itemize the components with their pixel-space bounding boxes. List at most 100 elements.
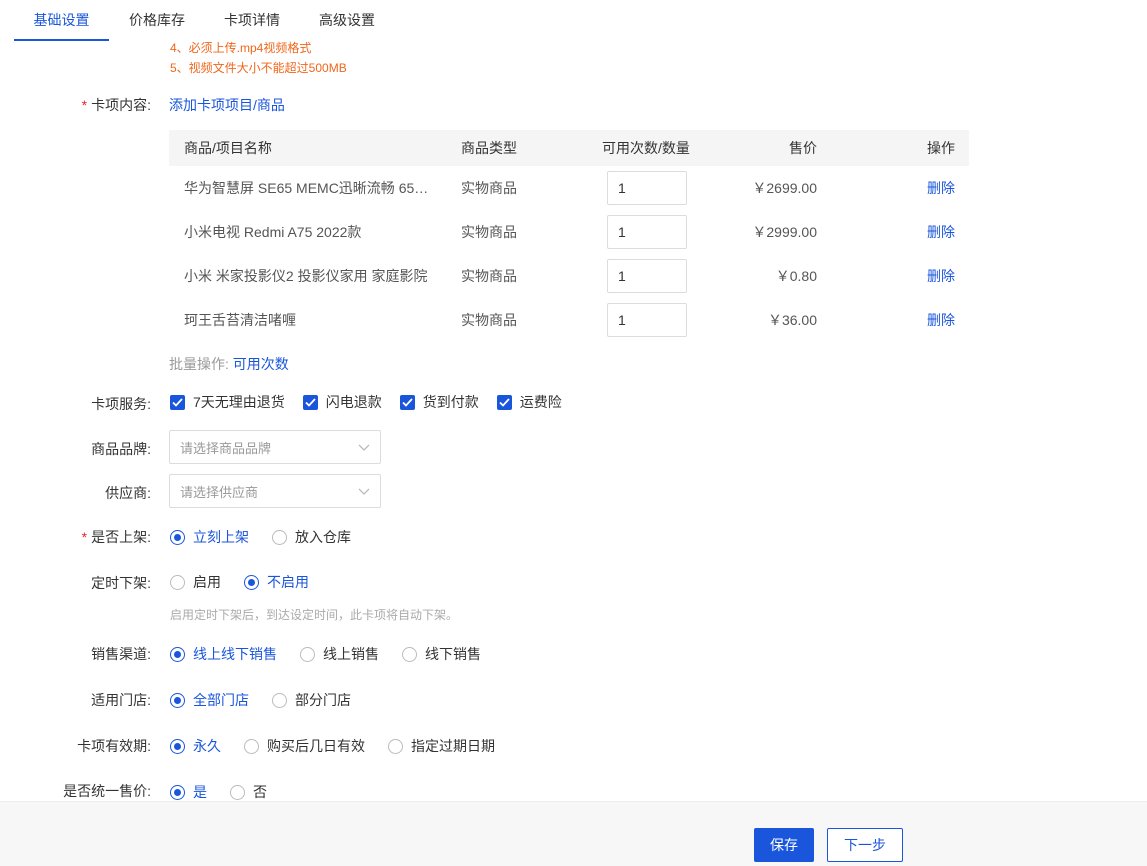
column-header-qty: 可用次数/数量 — [602, 140, 690, 156]
video-tip: 5、视频文件大小不能超过500MB — [170, 61, 347, 75]
tab-basic-settings[interactable]: 基础设置 — [14, 0, 109, 41]
radio-enable[interactable]: 启用 — [170, 572, 221, 592]
service-checkbox[interactable]: 货到付款 — [399, 392, 479, 412]
chevron-down-icon — [358, 483, 370, 499]
radio-days-after-purchase[interactable]: 购买后几日有效 — [244, 736, 365, 756]
stores-radio-group: 全部门店 部分门店 — [170, 691, 374, 709]
radio-unselected-icon — [272, 692, 287, 708]
on-shelf-label: * 是否上架: — [81, 529, 151, 545]
radio-unselected-icon — [402, 646, 417, 662]
radio-label: 是 — [193, 784, 207, 800]
radio-label: 全部门店 — [193, 692, 249, 708]
radio-some-stores[interactable]: 部分门店 — [272, 690, 351, 710]
radio-label: 否 — [253, 784, 267, 800]
qty-input[interactable] — [607, 215, 687, 249]
timed-off-label: 定时下架: — [91, 575, 151, 591]
radio-put-warehouse[interactable]: 放入仓库 — [272, 527, 351, 547]
brand-select-placeholder: 请选择商品品牌 — [180, 440, 272, 456]
table-row: 珂王舌苔清洁啫喱 实物商品 ￥36.00 删除 — [169, 298, 969, 342]
tab-price-stock[interactable]: 价格库存 — [129, 0, 185, 41]
column-header-name: 商品/项目名称 — [184, 140, 272, 156]
radio-all-stores[interactable]: 全部门店 — [170, 690, 249, 710]
page: 基础设置 价格库存 卡项详情 高级设置 4、必须上传.mp4视频格式 5、视频文… — [0, 0, 1147, 866]
checkbox-checked-icon — [170, 394, 185, 410]
qty-input[interactable] — [607, 171, 687, 205]
delete-link[interactable]: 删除 — [927, 166, 955, 210]
service-label: 闪电退款 — [325, 394, 382, 410]
radio-unselected-icon — [272, 529, 287, 545]
next-step-button[interactable]: 下一步 — [827, 828, 903, 862]
qty-input[interactable] — [607, 259, 687, 293]
radio-label: 启用 — [193, 574, 221, 590]
unified-price-radio-group: 是 否 — [170, 783, 290, 801]
radio-selected-icon — [170, 784, 185, 800]
validity-radio-group: 永久 购买后几日有效 指定过期日期 — [170, 737, 518, 755]
radio-unselected-icon — [244, 738, 259, 754]
channel-radio-group: 线上线下销售 线上销售 线下销售 — [170, 645, 504, 663]
radio-selected-icon — [170, 692, 185, 708]
radio-unselected-icon — [230, 784, 245, 800]
services-label: 卡项服务: — [91, 396, 151, 412]
on-shelf-radio-group: 立刻上架 放入仓库 — [170, 528, 374, 546]
item-name: 珂王舌苔清洁啫喱 — [184, 312, 296, 328]
service-label: 运费险 — [519, 394, 562, 410]
item-qty-cell — [607, 298, 687, 342]
timed-off-radio-group: 启用 不启用 — [170, 573, 332, 591]
radio-expiry-date[interactable]: 指定过期日期 — [388, 736, 495, 756]
radio-label: 线上线下销售 — [193, 646, 277, 662]
delete-link[interactable]: 删除 — [927, 254, 955, 298]
column-header-type: 商品类型 — [461, 140, 517, 156]
radio-label: 永久 — [193, 738, 221, 754]
service-checkbox[interactable]: 运费险 — [496, 392, 562, 412]
radio-label: 不启用 — [267, 574, 309, 590]
batch-usage-count-link[interactable]: 可用次数 — [233, 356, 289, 372]
brand-label: 商品品牌: — [91, 441, 151, 457]
services-checkbox-group: 7天无理由退货 闪电退款 货到付款 运费险 — [170, 393, 580, 411]
qty-input[interactable] — [607, 303, 687, 337]
radio-disable[interactable]: 不启用 — [244, 572, 309, 592]
radio-unselected-icon — [170, 574, 185, 590]
radio-online[interactable]: 线上销售 — [300, 644, 379, 664]
tab-advanced-settings[interactable]: 高级设置 — [319, 0, 375, 41]
table-row: 小米电视 Redmi A75 2022款 实物商品 ￥2999.00 删除 — [169, 210, 969, 254]
item-type: 实物商品 — [461, 312, 517, 328]
brand-select[interactable]: 请选择商品品牌 — [169, 430, 381, 464]
supplier-select-placeholder: 请选择供应商 — [180, 484, 259, 500]
item-type: 实物商品 — [461, 224, 517, 240]
radio-selected-icon — [170, 529, 185, 545]
delete-link[interactable]: 删除 — [927, 210, 955, 254]
tab-bar: 基础设置 价格库存 卡项详情 高级设置 — [14, 0, 375, 41]
radio-online-offline[interactable]: 线上线下销售 — [170, 644, 277, 664]
column-header-price: 售价 — [789, 140, 817, 156]
radio-permanent[interactable]: 永久 — [170, 736, 221, 756]
batch-operation: 批量操作: 可用次数 — [169, 354, 289, 374]
table-header: 商品/项目名称 商品类型 可用次数/数量 售价 操作 — [169, 130, 969, 166]
timed-off-help-text: 启用定时下架后，到达设定时间，此卡项将自动下架。 — [170, 608, 459, 622]
delete-link[interactable]: 删除 — [927, 298, 955, 342]
radio-shelf-now[interactable]: 立刻上架 — [170, 527, 249, 547]
validity-label: 卡项有效期: — [77, 738, 151, 754]
add-card-item-link[interactable]: 添加卡项项目/商品 — [169, 95, 285, 115]
radio-label: 线上销售 — [323, 646, 379, 662]
radio-selected-icon — [170, 646, 185, 662]
save-button[interactable]: 保存 — [754, 828, 814, 862]
supplier-label: 供应商: — [105, 485, 151, 501]
service-label: 7天无理由退货 — [193, 394, 285, 410]
channel-label: 销售渠道: — [91, 646, 151, 662]
column-header-action: 操作 — [927, 140, 955, 156]
supplier-select[interactable]: 请选择供应商 — [169, 474, 381, 508]
item-qty-cell — [607, 166, 687, 210]
table-row: 华为智慧屏 SE65 MEMC迅晰流畅 65英寸 实物商品 ￥2699.00 删… — [169, 166, 969, 210]
radio-no[interactable]: 否 — [230, 782, 267, 802]
service-checkbox[interactable]: 7天无理由退货 — [170, 392, 285, 412]
radio-offline[interactable]: 线下销售 — [402, 644, 481, 664]
radio-selected-icon — [244, 574, 259, 590]
stores-label: 适用门店: — [91, 692, 151, 708]
service-checkbox[interactable]: 闪电退款 — [302, 392, 382, 412]
radio-yes[interactable]: 是 — [170, 782, 207, 802]
item-name: 华为智慧屏 SE65 MEMC迅晰流畅 65英寸 — [184, 180, 434, 196]
tab-card-details[interactable]: 卡项详情 — [224, 0, 280, 41]
card-content-label: * 卡项内容: — [81, 97, 151, 113]
radio-label: 放入仓库 — [295, 529, 351, 545]
item-type: 实物商品 — [461, 268, 517, 284]
